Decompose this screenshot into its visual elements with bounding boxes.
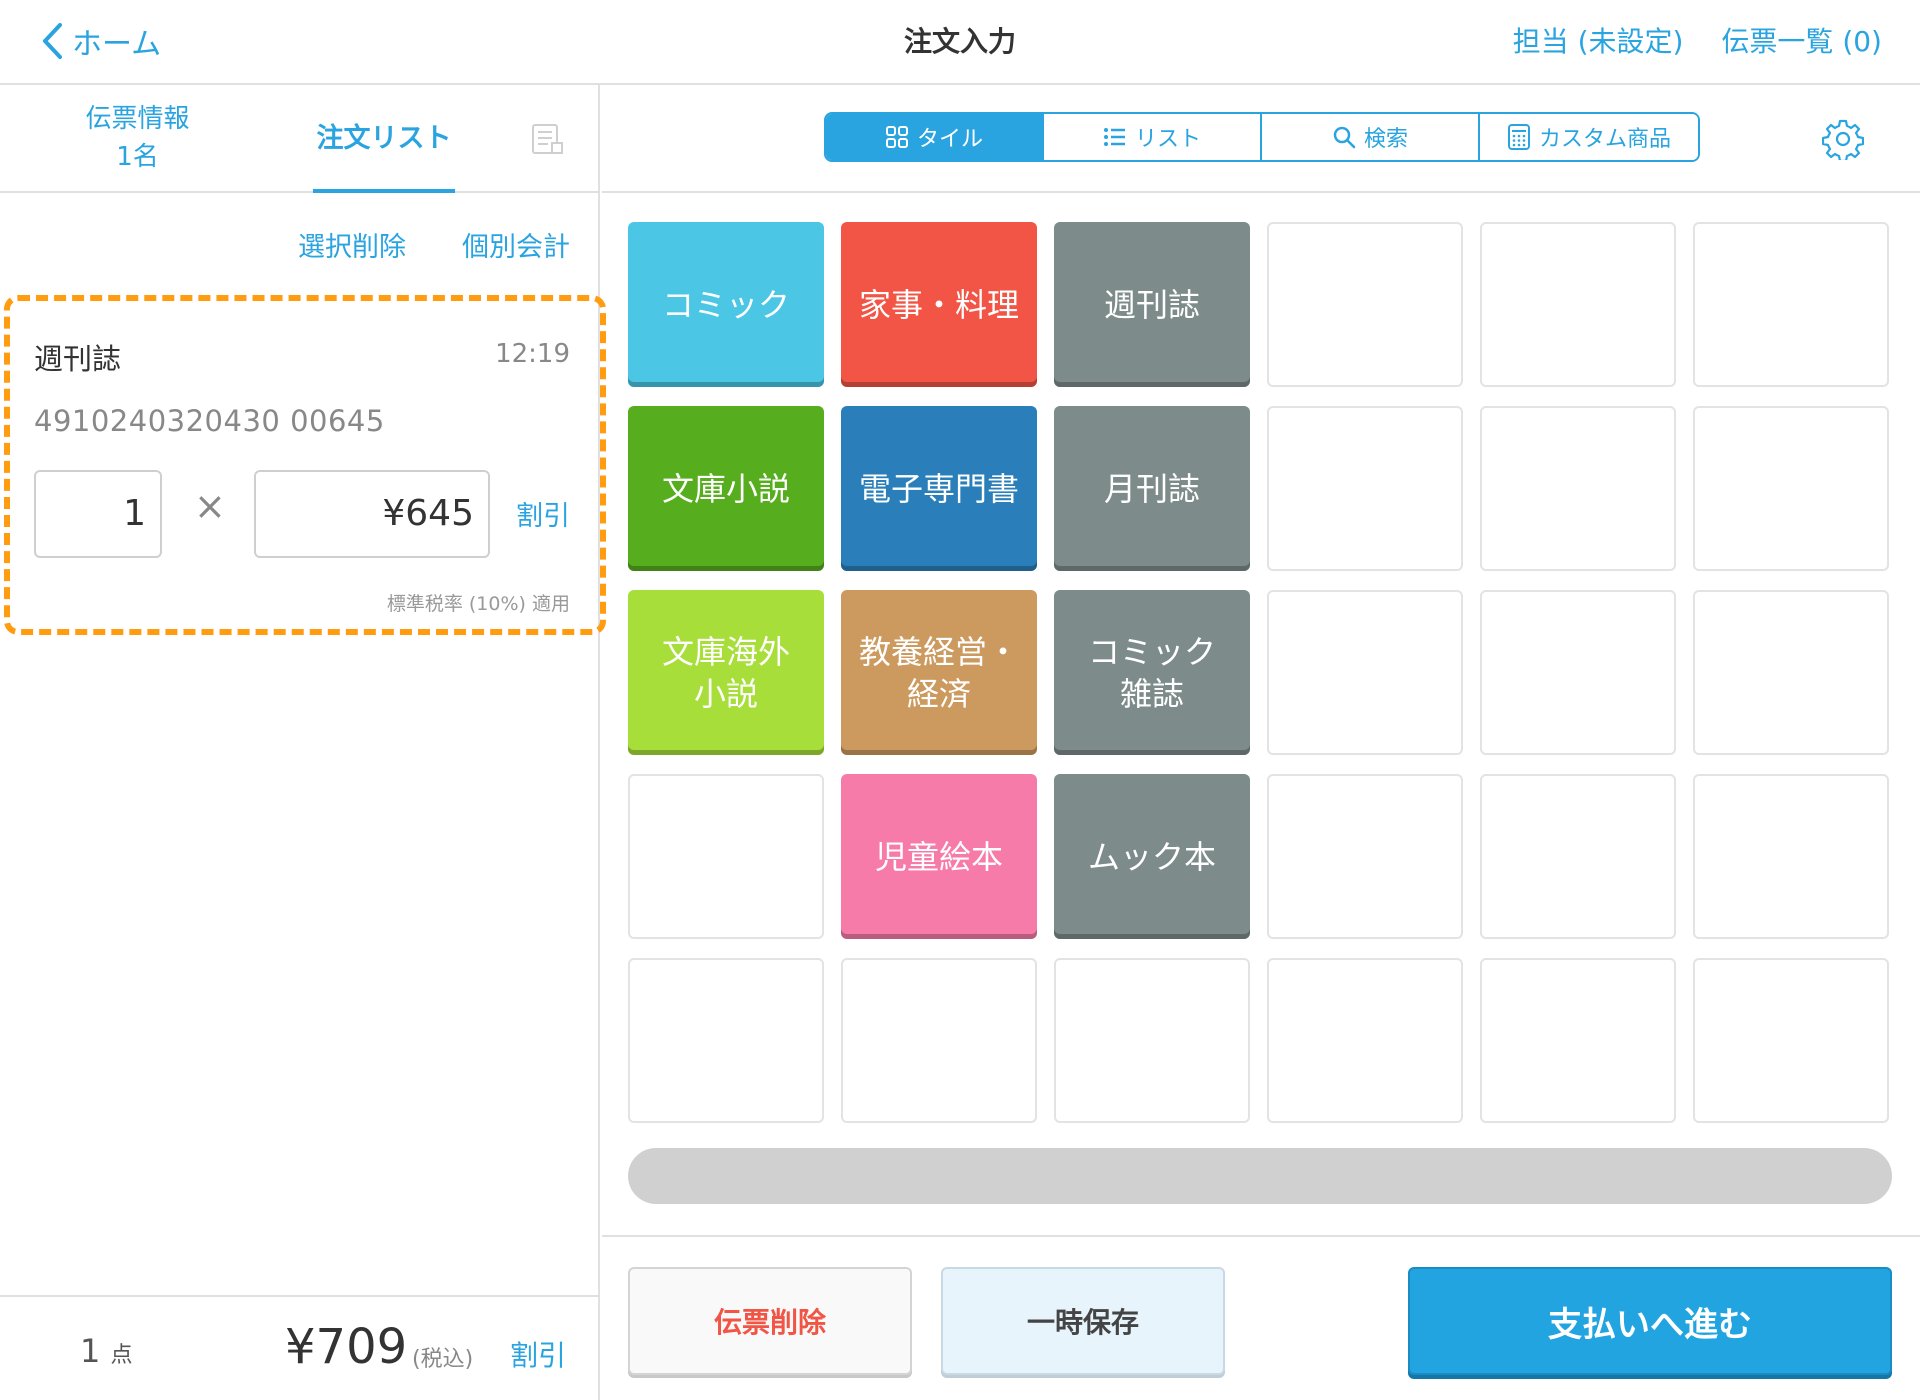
empty-tile <box>1267 222 1463 387</box>
empty-tile <box>1054 958 1250 1123</box>
view-mode-tile[interactable]: タイル <box>826 114 1044 160</box>
empty-tile <box>841 958 1037 1123</box>
product-tile-label: 文庫小説 <box>661 469 790 508</box>
left-tab-bar: 伝票情報 1名 注文リスト <box>0 85 598 193</box>
calculator-icon <box>1507 124 1530 150</box>
total-amount: ¥709 <box>285 1319 408 1375</box>
product-tile[interactable]: 月刊誌 <box>1054 406 1250 571</box>
product-tile-label: 児童絵本 <box>874 837 1003 876</box>
list-actions: 選択削除 個別会計 <box>298 225 570 264</box>
empty-tile <box>1267 774 1463 939</box>
item-count-unit: 点 <box>110 1343 133 1368</box>
app-header: ホーム 注文入力 担当 (未設定) 伝票一覧 (0) <box>0 0 1920 85</box>
product-tile-label: 家事・料理 <box>858 285 1019 324</box>
empty-tile <box>1267 590 1463 755</box>
tab-slip-info-guests: 1名 <box>116 142 159 172</box>
tile-scrollbar[interactable] <box>628 1148 1892 1204</box>
temp-save-button[interactable]: 一時保存 <box>941 1267 1225 1375</box>
product-pane: タイル リスト 検索 カスタム商品 コミック 家事・料理 週刊誌 文庫小説 電子… <box>602 85 1920 1400</box>
item-time: 12:19 <box>495 339 570 369</box>
price-field[interactable]: ¥645 <box>254 470 490 558</box>
empty-tile <box>1693 774 1889 939</box>
product-tile-label: コミック <box>661 285 790 324</box>
product-tile-label: 教養経営・ 経済 <box>858 632 1019 713</box>
product-tile-label: ムック本 <box>1087 837 1216 876</box>
list-icon <box>1103 128 1125 146</box>
grid-icon <box>885 126 908 148</box>
tax-rate-note: 標準税率 (10%) 適用 <box>386 593 570 615</box>
product-tile[interactable]: 家事・料理 <box>841 222 1037 387</box>
empty-tile <box>1267 958 1463 1123</box>
tab-slip-info-title: 伝票情報 <box>85 104 190 134</box>
product-tile-label: 文庫海外 小説 <box>661 632 790 713</box>
view-mode-switcher: タイル リスト 検索 カスタム商品 <box>824 112 1700 162</box>
empty-tile <box>628 958 824 1123</box>
empty-tile <box>1693 222 1889 387</box>
split-payment-button[interactable]: 個別会計 <box>462 225 570 264</box>
gear-icon[interactable] <box>1822 118 1864 160</box>
view-mode-list[interactable]: リスト <box>1044 114 1262 160</box>
product-tile[interactable]: コミック 雑誌 <box>1054 590 1250 755</box>
empty-tile <box>1480 406 1676 571</box>
view-mode-search[interactable]: 検索 <box>1262 114 1480 160</box>
empty-tile <box>1480 774 1676 939</box>
product-tile-label: 月刊誌 <box>1103 469 1200 508</box>
view-mode-label: リスト <box>1134 127 1201 152</box>
product-tile[interactable]: ムック本 <box>1054 774 1250 939</box>
proceed-payment-button[interactable]: 支払いへ進む <box>1408 1267 1892 1375</box>
view-mode-label: 検索 <box>1363 127 1408 152</box>
receipt-icon[interactable] <box>530 123 564 155</box>
empty-tile <box>1693 590 1889 755</box>
product-tile[interactable]: 児童絵本 <box>841 774 1037 939</box>
delete-slip-button[interactable]: 伝票削除 <box>628 1267 912 1375</box>
product-tile-label: コミック 雑誌 <box>1087 632 1216 713</box>
empty-tile <box>628 774 824 939</box>
header-actions: 担当 (未設定) 伝票一覧 (0) <box>1513 20 1882 60</box>
product-tile[interactable]: 週刊誌 <box>1054 222 1250 387</box>
product-tile[interactable]: コミック <box>628 222 824 387</box>
empty-tile <box>1480 222 1676 387</box>
divider <box>602 191 1920 193</box>
staff-button[interactable]: 担当 (未設定) <box>1513 20 1684 60</box>
product-tile[interactable]: 電子専門書 <box>841 406 1037 571</box>
tab-order-list[interactable]: 注文リスト <box>313 85 455 193</box>
item-count: 1 点 <box>80 1332 133 1370</box>
tab-slip-info[interactable]: 伝票情報 1名 <box>60 100 215 176</box>
quantity-field[interactable]: 1 <box>34 470 162 558</box>
total-discount-button[interactable]: 割引 <box>510 1334 566 1374</box>
empty-tile <box>1480 958 1676 1123</box>
product-tile[interactable]: 教養経営・ 経済 <box>841 590 1037 755</box>
empty-tile <box>1693 958 1889 1123</box>
empty-tile <box>1480 590 1676 755</box>
view-mode-custom[interactable]: カスタム商品 <box>1480 114 1698 160</box>
product-tile[interactable]: 文庫小説 <box>628 406 824 571</box>
tax-included-note: (税込) <box>412 1347 474 1372</box>
divider <box>602 1235 1920 1237</box>
product-tile-label: 電子専門書 <box>858 469 1019 508</box>
product-tile-label: 週刊誌 <box>1103 285 1200 324</box>
view-mode-label: タイル <box>916 127 983 152</box>
order-item-card[interactable]: 週刊誌 12:19 4910240320430 00645 1 × ¥645 割… <box>4 295 606 635</box>
product-tile[interactable]: 文庫海外 小説 <box>628 590 824 755</box>
item-count-value: 1 <box>80 1332 101 1370</box>
item-barcode: 4910240320430 00645 <box>34 404 385 438</box>
search-icon <box>1333 126 1356 149</box>
order-list-pane: 伝票情報 1名 注文リスト 選択削除 個別会計 週刊誌 12:19 491024… <box>0 85 606 1400</box>
order-summary: 1 点 ¥709 (税込) 割引 <box>0 1295 598 1400</box>
empty-tile <box>1693 406 1889 571</box>
view-mode-label: カスタム商品 <box>1538 127 1671 152</box>
empty-tile <box>1267 406 1463 571</box>
delete-selected-button[interactable]: 選択削除 <box>298 225 406 264</box>
slip-list-button[interactable]: 伝票一覧 (0) <box>1721 20 1882 60</box>
item-discount-button[interactable]: 割引 <box>516 494 570 533</box>
multiply-sign: × <box>194 484 226 528</box>
item-name: 週刊誌 <box>34 342 122 376</box>
